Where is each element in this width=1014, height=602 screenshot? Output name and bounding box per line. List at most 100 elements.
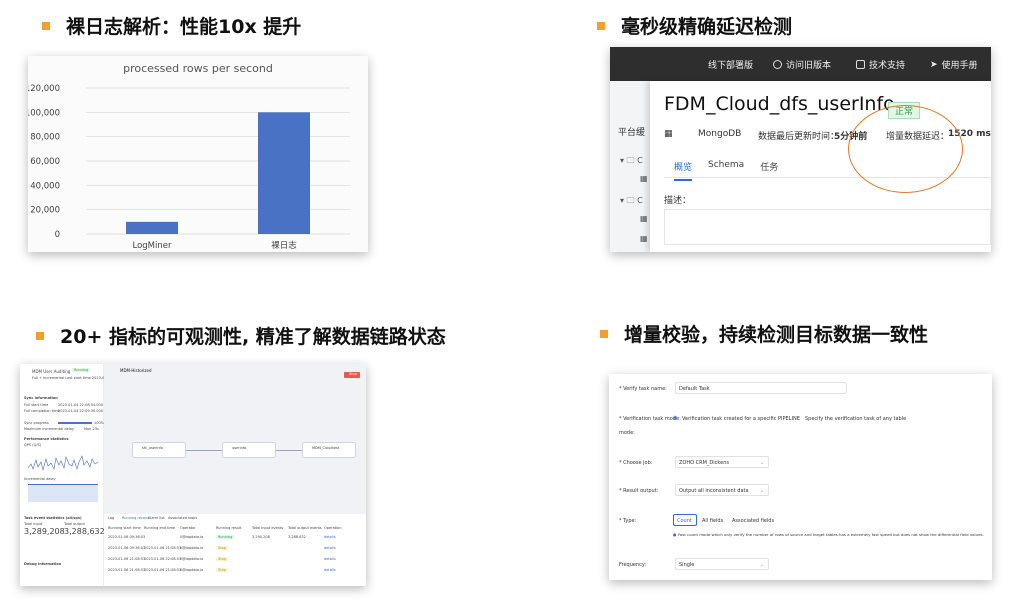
nav-old-version-label: 访问旧版本 xyxy=(786,61,832,71)
table-cell[interactable]: Stop xyxy=(216,557,228,561)
stop-label: Stop xyxy=(349,372,357,376)
tree-row[interactable]: ▦ xyxy=(640,234,648,243)
mode-option-any[interactable]: Specify the verification task of any tab… xyxy=(805,416,906,422)
table-cell[interactable]: Stop xyxy=(216,546,228,550)
table-cell[interactable]: 2023-01-06 21:08:53 xyxy=(144,568,181,572)
nav-offline-label: 线下部署版 xyxy=(708,61,754,71)
pipeline-canvas: MDM-Historized Stop sfc_userinfo userinf… xyxy=(104,364,366,514)
mode-label: * Verification task mode: xyxy=(619,416,681,422)
table-cell[interactable]: li@tapdata.io xyxy=(180,557,203,561)
edge xyxy=(186,450,222,451)
events-title: Task event statistics (all/sps) xyxy=(24,516,82,520)
sync-progress-value: 100% xyxy=(94,421,105,425)
table-header[interactable]: Running result xyxy=(216,526,241,530)
tab-3[interactable]: Associated tasks xyxy=(168,516,197,520)
nav-manual[interactable]: ➤ 使用手册 xyxy=(930,58,978,72)
info-icon: ● xyxy=(673,532,677,537)
table-header[interactable]: Total output events xyxy=(288,526,322,530)
highlight-circle xyxy=(848,105,963,193)
radio-icon[interactable]: ◉ xyxy=(673,415,677,421)
table-cell[interactable]: 2023-01-06 21:08:53 xyxy=(108,568,145,572)
perf-title: Performance statistics xyxy=(24,437,69,441)
heading-latency-text: 毫秒级精确延迟检测 xyxy=(621,16,793,38)
node-label: userinfo xyxy=(232,446,247,450)
total-input-value: 3,289,208 xyxy=(24,527,65,536)
delay-label: Incremental delay xyxy=(24,477,56,481)
nav-offline[interactable]: 线下部署版 xyxy=(708,58,753,71)
help-icon xyxy=(856,60,865,69)
full-start-value: 2023-01-04 22:08:54.000 xyxy=(58,403,103,407)
tree-row[interactable]: ▾ 🗀 C xyxy=(620,155,643,169)
details-link[interactable]: details xyxy=(324,557,336,561)
bar xyxy=(258,112,310,234)
result-label: * Result output: xyxy=(619,488,659,494)
y-tick-label: 60,000 xyxy=(30,157,60,167)
type-associated-fields[interactable]: Associated fields xyxy=(732,518,774,524)
table-cell[interactable]: Running xyxy=(216,535,235,539)
sync-progress-label: Sync progress xyxy=(24,421,49,425)
details-link[interactable]: details xyxy=(324,535,336,539)
latency-panel: 线下部署版 访问旧版本 技术支持 ➤ 使用手册 平台缓 ▾ 🗀 C ▦ ▾ 🗀 C… xyxy=(610,47,991,252)
table-header[interactable]: Total input events xyxy=(252,526,283,530)
chevron-down-icon: ⌄ xyxy=(760,562,765,568)
task-name-value: Default Task xyxy=(679,386,710,392)
table-header[interactable]: Running start time xyxy=(108,526,141,530)
y-tick-label: 40,000 xyxy=(30,181,60,191)
nav-support-label: 技术支持 xyxy=(869,61,906,71)
table-cell[interactable]: 2023-01-06 09:36:03 xyxy=(108,546,145,550)
tab-0[interactable]: Log xyxy=(108,516,114,520)
heading-verify: 增量校验，持续检测目标数据一致性 xyxy=(600,320,928,347)
y-tick-label: 0 xyxy=(55,230,60,240)
task-info-panel: MDM User Auditing Running Full + Increme… xyxy=(20,364,129,586)
full-end-label: Full completion time xyxy=(24,409,60,413)
task-name-label: * Verify task name: xyxy=(619,386,667,392)
nav-old-version[interactable]: 访问旧版本 xyxy=(773,58,831,71)
table-header[interactable]: Running end time xyxy=(144,526,175,530)
mode-option-pipeline[interactable]: Verification task created for a specific… xyxy=(682,416,800,422)
nav-support[interactable]: 技术支持 xyxy=(856,58,905,71)
total-output-label: Total output xyxy=(64,522,85,526)
tree-row[interactable]: ▦ xyxy=(640,214,648,223)
table-header[interactable]: Operator xyxy=(180,526,196,530)
table-cell[interactable]: 3,290,208 xyxy=(252,535,270,539)
db-type: MongoDB xyxy=(698,129,742,139)
frequency-label: Frequency: xyxy=(619,562,647,568)
table-cell[interactable]: 2023-01-06 21:08:53 xyxy=(144,546,181,550)
table-cell[interactable]: li@tapdata.io xyxy=(180,535,203,539)
table-cell[interactable]: 2023-01-06 22:08:53 xyxy=(144,557,181,561)
pipeline-node[interactable] xyxy=(132,442,186,458)
table-cell[interactable]: 3,288,632 xyxy=(288,535,306,539)
table-cell[interactable]: 2023-01-06 09:36:03 xyxy=(108,535,145,539)
heading-verify-text: 增量校验，持续检测目标数据一致性 xyxy=(624,324,929,346)
description-field[interactable] xyxy=(664,209,991,245)
edge xyxy=(276,450,302,451)
details-link[interactable]: details xyxy=(324,568,336,572)
heading-observability-text: 20+ 指标的可观测性, 精准了解数据链路状态 xyxy=(60,326,446,348)
pipeline-node[interactable] xyxy=(222,442,276,458)
sidebar-title: 平台缓 xyxy=(618,128,646,138)
node-label: MDM_Cloudtest xyxy=(312,446,340,450)
send-icon: ➤ xyxy=(930,59,938,70)
table-header[interactable]: Operation xyxy=(324,526,341,530)
type-all-fields[interactable]: All fields xyxy=(702,518,723,524)
tree-row[interactable]: ▦ xyxy=(640,174,648,183)
heading-logminer-text: 裸日志解析：性能10x 提升 xyxy=(66,16,302,38)
tab-1[interactable]: Running record xyxy=(122,516,149,520)
table-cell[interactable]: li@tapdata.io xyxy=(180,546,203,550)
heading-latency: 毫秒级精确延迟检测 xyxy=(597,12,792,39)
table-cell[interactable]: Stop xyxy=(216,568,228,572)
table-cell[interactable]: li@tapdata.io xyxy=(180,568,203,572)
delay-area-chart xyxy=(28,484,98,502)
chart-title: processed rows per second xyxy=(123,62,273,75)
tree-row[interactable]: ▾ 🗀 C xyxy=(620,195,643,209)
bar xyxy=(126,221,178,234)
tab-2[interactable]: Alarm list xyxy=(148,516,165,520)
description-label: 描述： xyxy=(664,196,692,206)
updated-label: 数据最后更新时间： xyxy=(758,132,840,142)
table-cell[interactable]: 2023-01-06 21:08:53 xyxy=(108,557,145,561)
bullet-icon xyxy=(597,21,605,30)
details-link[interactable]: details xyxy=(324,546,336,550)
full-end-value: 2023-01-04 22:09:30.000 xyxy=(58,409,103,413)
bullet-icon xyxy=(36,331,44,340)
pipeline-node[interactable] xyxy=(302,442,356,458)
